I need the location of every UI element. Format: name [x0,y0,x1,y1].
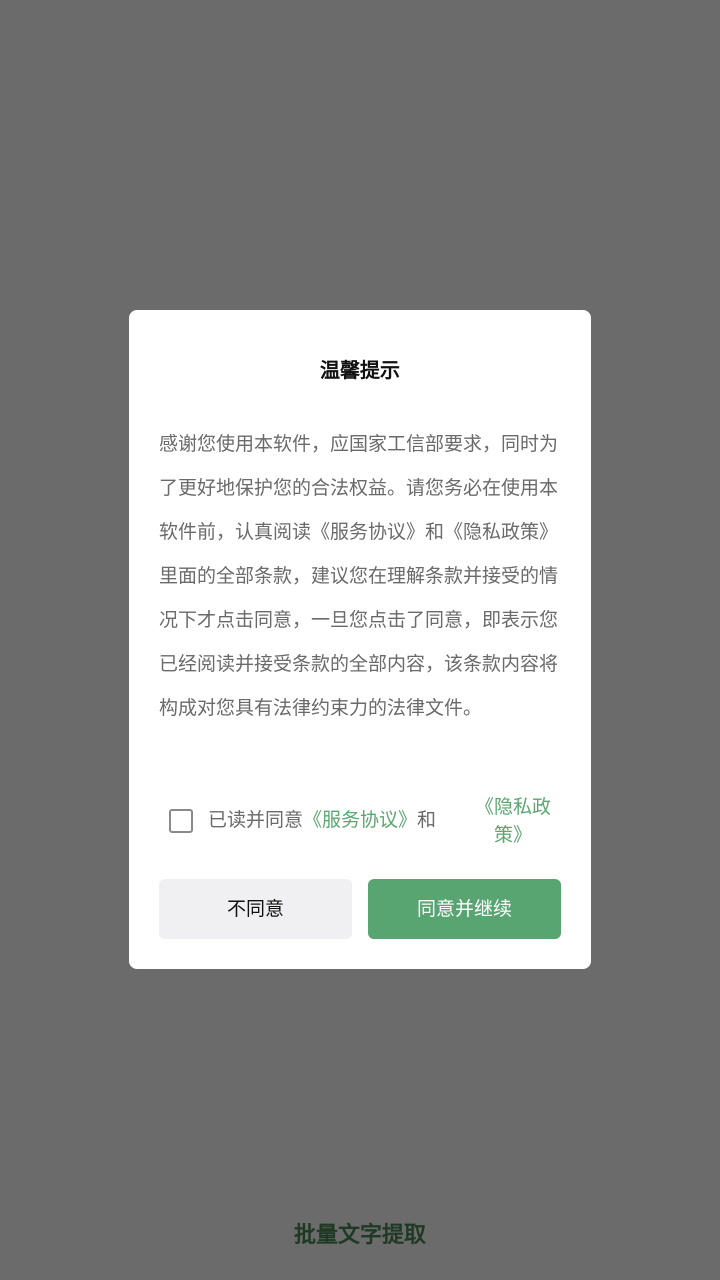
agree-continue-button[interactable]: 同意并继续 [368,879,561,939]
agreement-text: 已读并同意《服务协议》和 [208,806,436,834]
dialog-body-text: 感谢您使用本软件，应国家工信部要求，同时为了更好地保护您的合法权益。请您务必在使… [159,433,559,719]
agreement-row: 已读并同意《服务协议》和 《隐私政策》 [169,796,569,854]
app-name: 批量文字提取 [293,1223,426,1248]
privacy-policy-link[interactable]: 《隐私政策》 [469,793,557,849]
agreement-conjunction: 和 [417,809,437,831]
agreement-prefix: 已读并同意 [208,809,304,831]
dialog-title: 温馨提示 [320,358,400,382]
disagree-button[interactable]: 不同意 [159,879,352,939]
service-agreement-link[interactable]: 《服务协议》 [303,809,417,831]
privacy-dialog: 温馨提示 感谢您使用本软件，应国家工信部要求，同时为了更好地保护您的合法权益。请… [129,310,591,969]
agreement-checkbox[interactable] [169,809,193,833]
